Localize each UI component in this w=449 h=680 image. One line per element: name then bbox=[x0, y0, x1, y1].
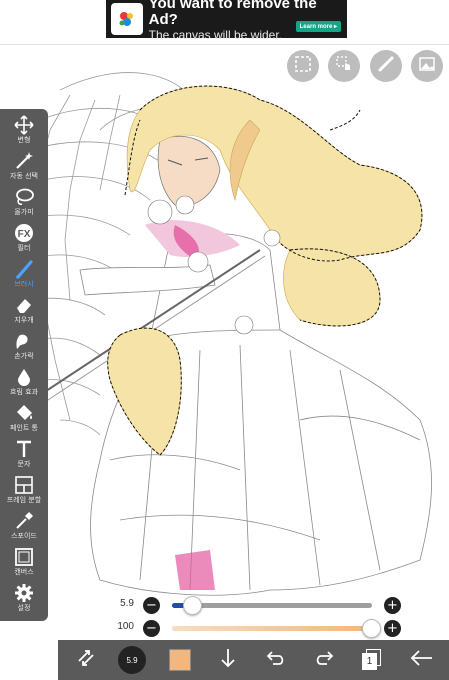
brush-icon bbox=[14, 259, 34, 279]
drawing-canvas[interactable] bbox=[0, 45, 449, 640]
image-icon bbox=[418, 55, 436, 77]
gear-icon bbox=[14, 583, 34, 603]
tool-transform[interactable]: 변형 bbox=[0, 115, 48, 145]
layer-down-button[interactable] bbox=[210, 640, 246, 680]
tool-label: 브러시 bbox=[14, 280, 34, 288]
left-toolbar: 변형 자동 선택 올가미 FX 필터 브러시 지우개 손가락 흐림 효과 페인트… bbox=[0, 109, 48, 621]
tool-label: 설정 bbox=[17, 604, 31, 612]
brush-size-handle[interactable] bbox=[183, 596, 202, 615]
hand-gesture-icon bbox=[335, 55, 353, 77]
fx-icon: FX bbox=[14, 223, 34, 243]
layers-icon: 1 bbox=[362, 649, 382, 671]
tool-label: 흐림 효과 bbox=[10, 388, 38, 396]
tool-label: 페인트 통 bbox=[10, 424, 38, 432]
lasso-icon bbox=[14, 187, 34, 207]
tool-eyedropper[interactable]: 스포이드 bbox=[0, 511, 48, 541]
smudge-icon bbox=[14, 331, 34, 351]
back-button[interactable] bbox=[402, 640, 442, 680]
reference-button[interactable] bbox=[411, 50, 443, 82]
opacity-decrease-button[interactable]: − bbox=[143, 620, 160, 637]
artwork bbox=[19, 72, 432, 596]
paint-bucket-icon bbox=[14, 403, 34, 423]
ad-bar: You want to remove the Ad? The canvas wi… bbox=[0, 0, 449, 45]
eraser-icon bbox=[14, 295, 34, 315]
ibispaint-app: You want to remove the Ad? The canvas wi… bbox=[0, 0, 449, 680]
color-button[interactable] bbox=[162, 640, 198, 680]
move-icon bbox=[14, 115, 34, 135]
undo-icon bbox=[265, 648, 287, 672]
opacity-slider: 100 − + bbox=[112, 618, 412, 640]
bottom-toolbar: 5.9 1 bbox=[58, 640, 449, 680]
blur-icon bbox=[14, 367, 34, 387]
brush-size-value: 5.9 bbox=[120, 598, 134, 609]
text-icon bbox=[14, 439, 34, 459]
tool-text[interactable]: 문자 bbox=[0, 439, 48, 469]
opacity-increase-button[interactable]: + bbox=[384, 620, 401, 637]
tool-label: 캔버스 bbox=[14, 568, 34, 576]
ruler-button[interactable] bbox=[370, 50, 402, 82]
selection-button[interactable] bbox=[287, 50, 319, 82]
brush-preview-icon: 5.9 bbox=[118, 646, 146, 674]
eyedropper-icon bbox=[14, 511, 34, 531]
size-increase-button[interactable]: + bbox=[384, 597, 401, 614]
tool-label: 문자 bbox=[17, 460, 31, 468]
tool-magic-wand[interactable]: 자동 선택 bbox=[0, 151, 48, 181]
layer-count: 1 bbox=[366, 656, 373, 667]
redo-icon bbox=[313, 648, 335, 672]
opacity-track[interactable] bbox=[172, 619, 381, 638]
arrow-left-icon bbox=[410, 648, 434, 672]
opacity-fill bbox=[172, 626, 372, 631]
tool-frame-divider[interactable]: 프레임 분할 bbox=[0, 475, 48, 505]
layers-button[interactable]: 1 bbox=[354, 640, 390, 680]
ad-banner[interactable]: You want to remove the Ad? The canvas wi… bbox=[106, 0, 347, 42]
tool-label: 스포이드 bbox=[11, 532, 37, 540]
tool-label: 자동 선택 bbox=[10, 172, 38, 180]
brush-preview-button[interactable]: 5.9 bbox=[114, 640, 150, 680]
magic-wand-icon bbox=[14, 151, 34, 171]
swap-arrows-icon bbox=[75, 647, 97, 673]
gesture-button[interactable] bbox=[328, 50, 360, 82]
tool-label: 손가락 bbox=[14, 352, 34, 360]
selection-icon bbox=[294, 55, 312, 77]
tool-canvas[interactable]: 캔버스 bbox=[0, 547, 48, 577]
tool-eraser[interactable]: 지우개 bbox=[0, 295, 48, 325]
redo-button[interactable] bbox=[306, 640, 342, 680]
frame-divider-icon bbox=[14, 475, 34, 495]
brush-size-track[interactable] bbox=[172, 596, 372, 615]
tool-blur[interactable]: 흐림 효과 bbox=[0, 367, 48, 397]
brush-size-label: 5.9 bbox=[126, 655, 138, 665]
arrow-down-icon bbox=[218, 647, 238, 673]
opacity-value: 100 bbox=[117, 621, 134, 632]
opacity-handle[interactable] bbox=[362, 619, 381, 638]
tool-filter[interactable]: FX 필터 bbox=[0, 223, 48, 253]
tool-label: 올가미 bbox=[14, 208, 34, 216]
tool-label: 지우개 bbox=[14, 316, 34, 324]
tool-label: 변형 bbox=[17, 136, 31, 144]
tool-label: 프레임 분할 bbox=[6, 496, 42, 504]
tool-settings[interactable]: 설정 bbox=[0, 583, 48, 613]
ibispaint-logo-icon bbox=[111, 3, 143, 35]
canvas-icon bbox=[14, 547, 34, 567]
tool-smudge[interactable]: 손가락 bbox=[0, 331, 48, 361]
svg-text:FX: FX bbox=[18, 229, 31, 240]
ruler-icon bbox=[377, 55, 395, 77]
brush-size-slider: 5.9 − + bbox=[112, 595, 412, 617]
color-swatch bbox=[169, 649, 191, 671]
tool-label: 필터 bbox=[17, 244, 31, 252]
size-decrease-button[interactable]: − bbox=[143, 597, 160, 614]
learn-more-button[interactable]: Learn more ▸ bbox=[295, 21, 341, 32]
undo-button[interactable] bbox=[258, 640, 294, 680]
tool-brush[interactable]: 브러시 bbox=[0, 259, 48, 289]
quick-menu-button[interactable] bbox=[68, 640, 104, 680]
tool-lasso[interactable]: 올가미 bbox=[0, 187, 48, 217]
tool-paint-bucket[interactable]: 페인트 통 bbox=[0, 403, 48, 433]
